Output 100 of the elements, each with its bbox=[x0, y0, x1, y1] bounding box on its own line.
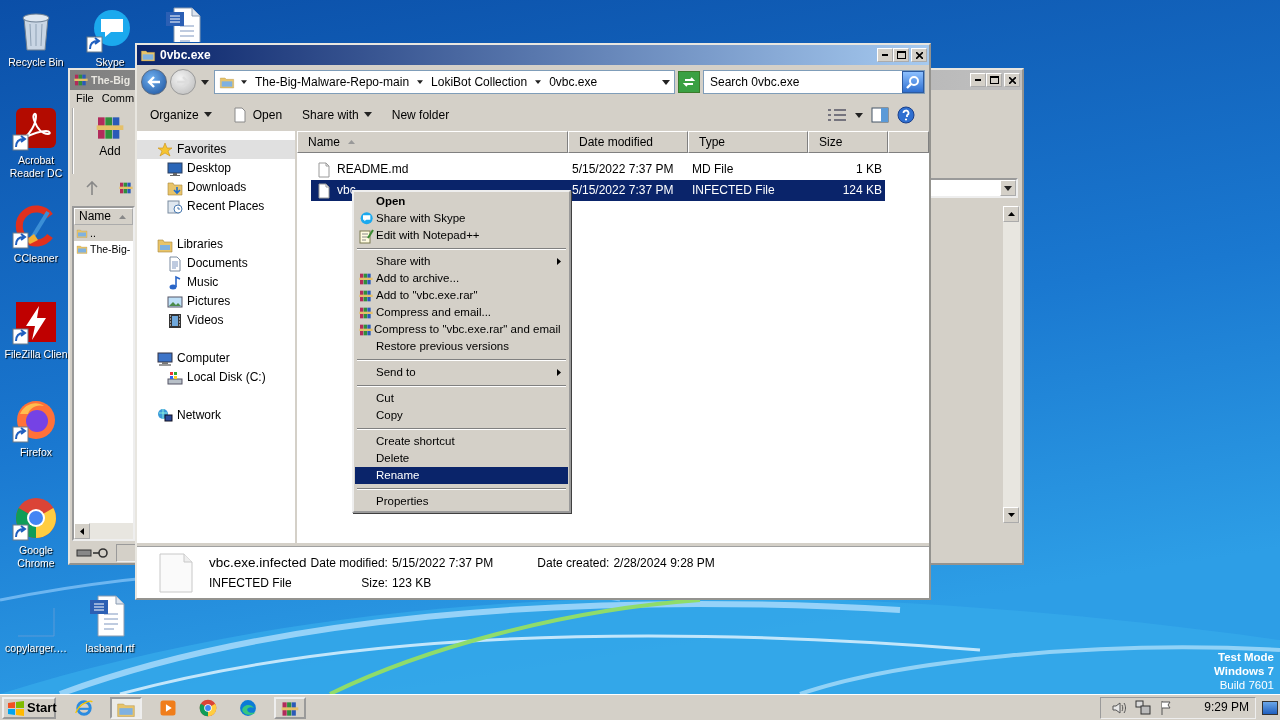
menu-item[interactable]: Comm bbox=[101, 92, 135, 106]
film-icon bbox=[167, 312, 183, 329]
navigation-item[interactable]: Music bbox=[137, 273, 295, 292]
navigation-item[interactable]: Videos bbox=[137, 311, 295, 330]
menu-item[interactable]: Cut bbox=[355, 390, 568, 407]
sort-arrow-icon bbox=[348, 140, 355, 144]
menu-item[interactable]: Share with bbox=[355, 253, 568, 270]
file-name: vbc.exe.infected bbox=[209, 554, 307, 571]
menu-item[interactable]: Share with Skype bbox=[355, 210, 568, 227]
field-value: 5/15/2022 7:37 PM bbox=[391, 555, 494, 571]
archive-icon bbox=[118, 180, 134, 196]
menu-item[interactable]: Rename bbox=[355, 467, 568, 484]
file-row[interactable]: .. bbox=[74, 225, 133, 241]
icon-label[interactable]: FileZilla Clien bbox=[4, 348, 68, 361]
add-button[interactable]: Add bbox=[94, 112, 126, 159]
title-bar[interactable]: 0vbc.exe bbox=[137, 45, 929, 65]
navigation-item[interactable]: Pictures bbox=[137, 292, 295, 311]
icon-label[interactable]: Google Chrome bbox=[0, 544, 72, 570]
icon-label[interactable]: Skype bbox=[95, 56, 125, 69]
size-cell-text: 124 KB bbox=[841, 183, 883, 198]
menu-item[interactable]: Send to bbox=[355, 364, 568, 381]
dropdown-button[interactable] bbox=[1000, 180, 1016, 196]
toolbar-button[interactable]: Share with bbox=[295, 105, 379, 125]
show-desktop-button[interactable] bbox=[1262, 700, 1278, 715]
horizontal-scrollbar[interactable] bbox=[74, 523, 133, 539]
navigation-item[interactable]: Downloads bbox=[137, 178, 295, 197]
computer-icon bbox=[157, 350, 173, 367]
toolbar-button[interactable]: New folder bbox=[384, 105, 457, 125]
navigation-item[interactable]: Computer bbox=[137, 349, 295, 368]
taskbar-button[interactable] bbox=[274, 696, 306, 719]
icon-label[interactable]: Acrobat Reader DC bbox=[0, 154, 72, 180]
back-button[interactable] bbox=[141, 69, 167, 95]
view-options-icon[interactable] bbox=[827, 107, 847, 123]
search-button[interactable] bbox=[902, 71, 924, 93]
chat-app-icon bbox=[358, 210, 374, 227]
menu-item[interactable]: Copy bbox=[355, 407, 568, 424]
minimize-button[interactable] bbox=[970, 73, 986, 87]
menu-item[interactable]: Add to "vbc.exe.rar" bbox=[355, 287, 568, 304]
navigation-item[interactable]: Desktop bbox=[137, 159, 295, 178]
music-note-icon bbox=[167, 274, 183, 291]
breadcrumb-item[interactable]: 0vbc.exe bbox=[547, 74, 600, 90]
menu-item[interactable]: Compress to "vbc.exe.rar" and email bbox=[355, 321, 568, 338]
column-header[interactable]: Date modified bbox=[568, 131, 688, 153]
breadcrumb-arrow-icon bbox=[417, 80, 424, 84]
column-header[interactable]: Size bbox=[808, 131, 888, 153]
file-row[interactable]: The-Big- bbox=[74, 241, 133, 257]
network-status-icon[interactable] bbox=[1135, 699, 1151, 716]
column-header[interactable]: Name bbox=[74, 208, 133, 225]
column-header[interactable]: Name bbox=[297, 131, 568, 153]
search-box[interactable]: Search 0vbc.exe bbox=[703, 70, 925, 94]
menu-item[interactable]: Create shortcut bbox=[355, 433, 568, 450]
menu-item[interactable]: File bbox=[76, 92, 94, 106]
icon-label[interactable]: Firefox bbox=[19, 446, 53, 459]
menu-item[interactable]: Compress and email... bbox=[355, 304, 568, 321]
type-cell-text: MD File bbox=[691, 162, 735, 177]
navigation-item[interactable]: Local Disk (C:) bbox=[137, 368, 295, 387]
preview-pane-icon[interactable] bbox=[871, 107, 889, 123]
menu-item[interactable]: Restore previous versions bbox=[355, 338, 568, 355]
minimize-button[interactable] bbox=[877, 48, 893, 62]
start-button[interactable]: Start bbox=[2, 696, 56, 719]
file-row[interactable]: README.md 5/15/2022 7:37 PM MD File 1 KB bbox=[311, 159, 885, 180]
menu-item[interactable]: Properties bbox=[355, 493, 568, 510]
navigation-item[interactable]: Favorites bbox=[137, 140, 295, 159]
search-field[interactable]: Search 0vbc.exe bbox=[704, 72, 902, 92]
maximize-icon bbox=[989, 76, 999, 84]
close-button[interactable] bbox=[1004, 73, 1020, 87]
close-button[interactable] bbox=[911, 48, 927, 62]
menu-item[interactable]: Delete bbox=[355, 450, 568, 467]
speaker-icon[interactable] bbox=[1111, 699, 1127, 716]
scroll-left-button[interactable] bbox=[74, 523, 90, 539]
maximize-button[interactable] bbox=[893, 48, 909, 62]
breadcrumb-item[interactable]: The-Big-Malware-Repo-main bbox=[253, 74, 412, 90]
toolbar-button[interactable]: Organize bbox=[143, 105, 219, 125]
column-header bbox=[888, 131, 929, 153]
clock[interactable]: 9:29 PM bbox=[1204, 700, 1249, 715]
picture-icon bbox=[167, 293, 183, 310]
help-icon[interactable] bbox=[897, 106, 915, 124]
navigation-item[interactable]: Documents bbox=[137, 254, 295, 273]
icon-label[interactable]: CCleaner bbox=[13, 252, 59, 265]
icon-label[interactable]: Recycle Bin bbox=[8, 56, 64, 69]
notepad-icon bbox=[358, 227, 374, 244]
column-header[interactable]: Type bbox=[688, 131, 808, 153]
folder-icon bbox=[76, 243, 88, 255]
toolbar-button[interactable]: Open bbox=[224, 105, 290, 125]
file-type: INFECTED File bbox=[209, 575, 293, 591]
navigation-item[interactable]: Libraries bbox=[137, 235, 295, 254]
breadcrumb-item[interactable]: LokiBot Collection bbox=[429, 74, 530, 90]
navigation-item[interactable]: Recent Places bbox=[137, 197, 295, 216]
type-cell-text: INFECTED File bbox=[691, 183, 776, 198]
refresh-button[interactable] bbox=[678, 71, 700, 93]
address-bar[interactable]: The-Big-Malware-Repo-main LokiBot Collection 0vbc.exe bbox=[214, 70, 675, 94]
scroll-up-button[interactable] bbox=[1003, 206, 1019, 222]
dropdown-arrow-icon bbox=[662, 79, 670, 85]
maximize-button[interactable] bbox=[986, 73, 1002, 87]
scroll-down-button[interactable] bbox=[1003, 507, 1019, 523]
menu-item[interactable]: Edit with Notepad++ bbox=[355, 227, 568, 244]
navigation-item[interactable]: Network bbox=[137, 406, 295, 425]
maximize-icon bbox=[896, 51, 906, 59]
vertical-scrollbar[interactable] bbox=[1003, 206, 1020, 523]
menu-item[interactable]: Add to archive... bbox=[355, 270, 568, 287]
